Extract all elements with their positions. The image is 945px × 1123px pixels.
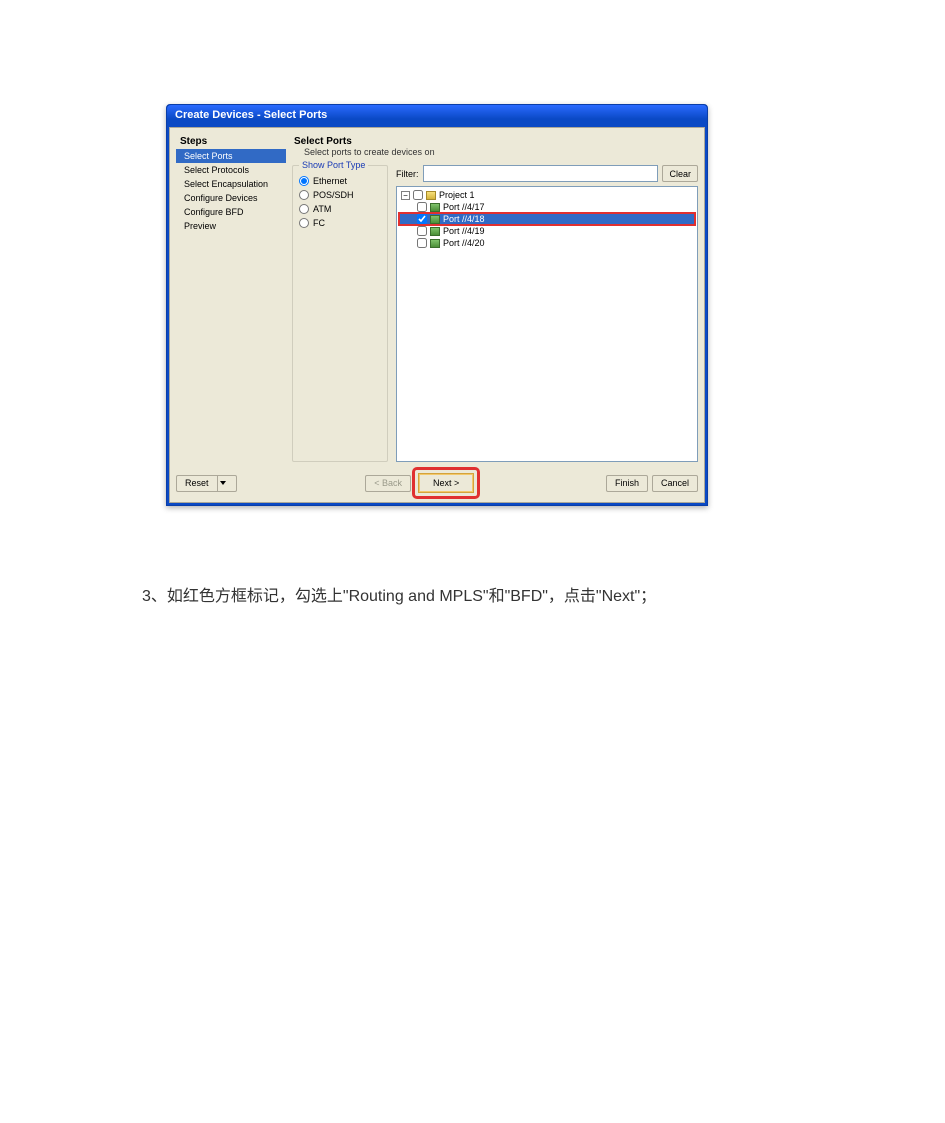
tree-port-19[interactable]: Port //4/19 (399, 225, 695, 237)
tree-port-20-label: Port //4/20 (443, 238, 485, 248)
finish-button[interactable]: Finish (606, 475, 648, 492)
dialog-top-row: Steps Select Ports Select Protocols Sele… (176, 134, 698, 462)
port-type-atm-radio[interactable] (299, 204, 309, 214)
content-panel: Select Ports Select ports to create devi… (292, 134, 698, 462)
tree-area: Filter: Clear − Project 1 (396, 165, 698, 462)
port-tree[interactable]: − Project 1 Port //4/17 (396, 186, 698, 462)
tree-port-20-checkbox[interactable] (417, 238, 427, 248)
tree-port-20[interactable]: Port //4/20 (399, 237, 695, 249)
port-type-fc-radio[interactable] (299, 218, 309, 228)
document-page: Create Devices - Select Ports Steps Sele… (0, 0, 945, 1123)
port-type-ethernet-label: Ethernet (313, 176, 347, 186)
port-type-fc-label: FC (313, 218, 325, 228)
reset-button[interactable]: Reset (176, 475, 237, 492)
content-title: Select Ports (294, 136, 694, 147)
port-icon (430, 227, 440, 236)
step-configure-devices[interactable]: Configure Devices (176, 191, 286, 205)
show-port-type-group: Show Port Type Ethernet POS/SDH (292, 165, 388, 462)
step-select-protocols[interactable]: Select Protocols (176, 163, 286, 177)
window-title: Create Devices - Select Ports (175, 109, 327, 121)
reset-button-label: Reset (185, 478, 209, 488)
tree-port-19-checkbox[interactable] (417, 226, 427, 236)
port-type-possdh-label: POS/SDH (313, 190, 354, 200)
tree-port-18[interactable]: Port //4/18 (399, 213, 695, 225)
content-subtitle: Select ports to create devices on (294, 147, 694, 157)
button-bar: Reset < Back Next > Finish Cancel (176, 462, 698, 496)
port-type-ethernet[interactable]: Ethernet (299, 176, 381, 186)
filter-label: Filter: (396, 169, 419, 179)
titlebar[interactable]: Create Devices - Select Ports (167, 105, 707, 125)
main-row: Show Port Type Ethernet POS/SDH (292, 165, 698, 462)
step-preview[interactable]: Preview (176, 219, 286, 233)
folder-icon (426, 191, 436, 200)
next-button-highlight: Next > (415, 470, 477, 496)
steps-title: Steps (176, 134, 286, 149)
filter-input[interactable] (423, 165, 659, 182)
show-port-type-legend: Show Port Type (299, 160, 368, 170)
port-icon (430, 239, 440, 248)
tree-port-18-checkbox[interactable] (417, 214, 427, 224)
step-configure-bfd[interactable]: Configure BFD (176, 205, 286, 219)
tree-port-18-label: Port //4/18 (443, 214, 485, 224)
back-button: < Back (365, 475, 411, 492)
step-select-ports[interactable]: Select Ports (176, 149, 286, 163)
filter-row: Filter: Clear (396, 165, 698, 182)
next-button[interactable]: Next > (418, 473, 474, 493)
steps-panel: Steps Select Ports Select Protocols Sele… (176, 134, 286, 462)
tree-root-label: Project 1 (439, 190, 475, 200)
step-select-encapsulation[interactable]: Select Encapsulation (176, 177, 286, 191)
port-type-atm-label: ATM (313, 204, 331, 214)
minus-icon[interactable]: − (401, 191, 410, 200)
chevron-down-icon[interactable] (217, 476, 228, 491)
tree-root-project[interactable]: − Project 1 (399, 189, 695, 201)
create-devices-dialog: Create Devices - Select Ports Steps Sele… (166, 104, 708, 506)
tree-port-19-label: Port //4/19 (443, 226, 485, 236)
port-icon (430, 215, 440, 224)
port-icon (430, 203, 440, 212)
port-type-ethernet-radio[interactable] (299, 176, 309, 186)
cancel-button[interactable]: Cancel (652, 475, 698, 492)
tree-port-17[interactable]: Port //4/17 (399, 201, 695, 213)
tree-port-17-checkbox[interactable] (417, 202, 427, 212)
port-type-possdh[interactable]: POS/SDH (299, 190, 381, 200)
port-type-atm[interactable]: ATM (299, 204, 381, 214)
tree-root-checkbox[interactable] (413, 190, 423, 200)
clear-button[interactable]: Clear (662, 165, 698, 182)
tree-port-17-label: Port //4/17 (443, 202, 485, 212)
dialog-body: Steps Select Ports Select Protocols Sele… (169, 127, 705, 503)
port-type-fc[interactable]: FC (299, 218, 381, 228)
port-type-possdh-radio[interactable] (299, 190, 309, 200)
instruction-caption: 3、如红色方框标记，勾选上"Routing and MPLS"和"BFD"，点击… (142, 582, 656, 606)
